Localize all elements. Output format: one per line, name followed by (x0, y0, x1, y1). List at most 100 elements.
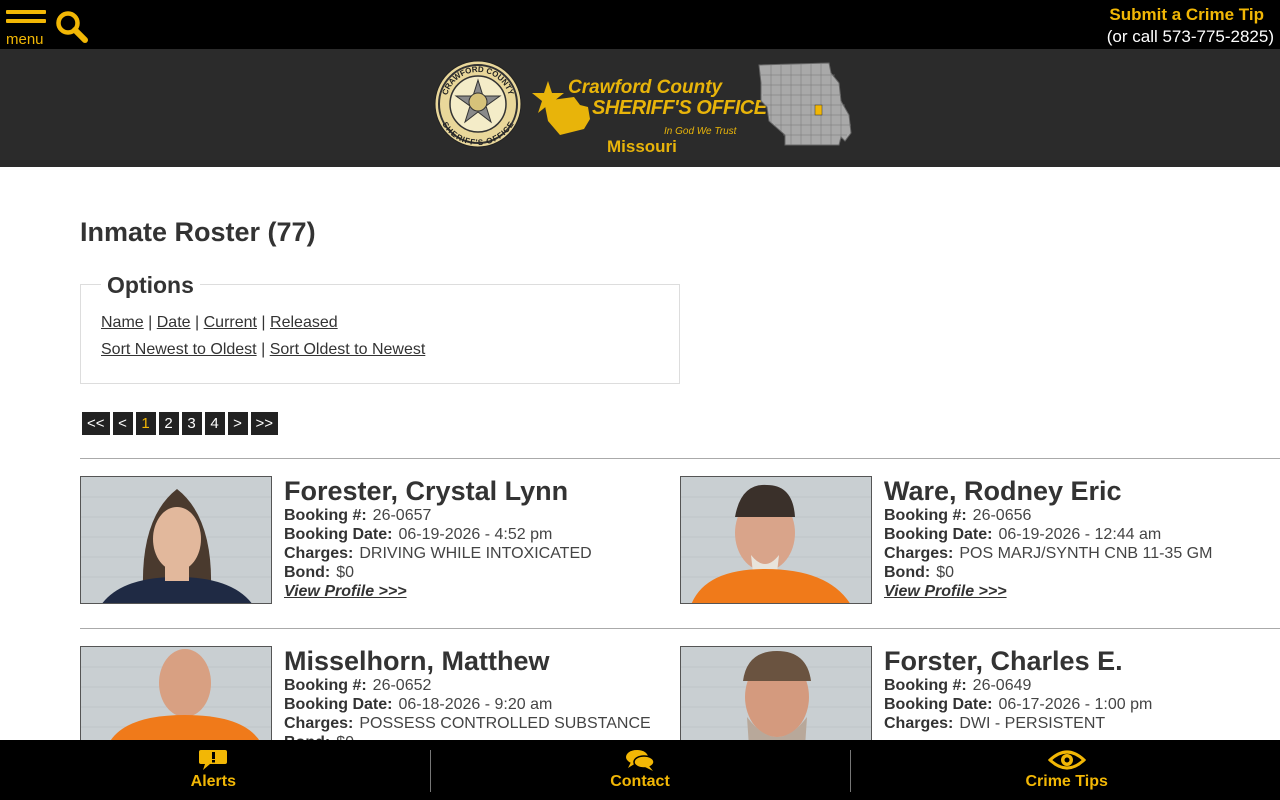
booking-number-label: Booking #: (284, 507, 367, 524)
booking-number-value: 26-0657 (372, 507, 432, 524)
charges-row: Charges: POS MARJ/SYNTH CNB 11-35 GM (884, 544, 1212, 563)
crime-tip-header: Submit a Crime Tip (or call 573-775-2825… (1107, 5, 1274, 49)
view-profile-link[interactable]: View Profile >>> (884, 582, 1007, 602)
booking-number-value: 26-0649 (972, 677, 1032, 694)
charges-label: Charges: (284, 545, 354, 562)
inmate-name[interactable]: Forester, Crystal Lynn (284, 476, 592, 506)
logo-office-text: SHERIFF'S OFFICE (592, 97, 767, 119)
bond-label: Bond: (884, 564, 931, 581)
booking-date-label: Booking Date: (884, 696, 993, 713)
inmate-name[interactable]: Ware, Rodney Eric (884, 476, 1212, 506)
hamburger-icon (6, 10, 46, 14)
inmate-card: Ware, Rodney Eric Booking #: 26-0656 Book… (680, 476, 1270, 606)
search-icon (56, 11, 88, 43)
sheriff-office-logo[interactable]: Crawford County SHERIFF'S OFFICE In God … (530, 75, 767, 159)
nav-alerts[interactable]: Alerts (0, 740, 427, 800)
charges-label: Charges: (884, 715, 954, 732)
booking-date-row: Booking Date: 06-19-2026 - 12:44 am (884, 525, 1212, 544)
pager-last[interactable]: >> (250, 412, 279, 435)
booking-number-row: Booking #: 26-0657 (284, 506, 592, 525)
options-panel: Options Name | Date | Current | Released… (80, 272, 680, 384)
booking-number-value: 26-0652 (372, 677, 432, 694)
charges-value: DWI - PERSISTENT (959, 715, 1106, 732)
inmate-name[interactable]: Misselhorn, Matthew (284, 646, 651, 676)
bottom-nav: Alerts Contact Crime Tips (0, 740, 1280, 800)
booking-number-value: 26-0656 (972, 507, 1032, 524)
charges-label: Charges: (884, 545, 954, 562)
booking-date-value: 06-17-2026 - 1:00 pm (998, 696, 1153, 713)
nav-separator (850, 750, 851, 792)
seal-icon: CRAWFORD COUNTY SHERIFF'S OFFICE (434, 60, 522, 148)
booking-number-row: Booking #: 26-0649 (884, 676, 1152, 695)
charges-row: Charges: POSSESS CONTROLLED SUBSTANCE (284, 714, 651, 733)
menu-button[interactable]: menu (6, 10, 48, 48)
search-button[interactable] (55, 10, 89, 44)
bond-row: Bond: $0 (284, 563, 592, 582)
missouri-map (755, 61, 853, 149)
nav-separator (430, 750, 431, 792)
logo-motto-text: In God We Trust (664, 126, 737, 137)
missouri-map-icon (758, 62, 852, 146)
booking-date-label: Booking Date: (884, 526, 993, 543)
charges-row: Charges: DWI - PERSISTENT (884, 714, 1152, 733)
booking-date-label: Booking Date: (284, 696, 393, 713)
nav-crime-tips[interactable]: Crime Tips (853, 740, 1280, 800)
hamburger-icon-bar (6, 19, 46, 23)
header-banner: CRAWFORD COUNTY SHERIFF'S OFFICE Crawfor… (0, 49, 1280, 167)
sort-newest-link[interactable]: Sort Newest to Oldest (101, 341, 257, 358)
separator: | (148, 314, 153, 331)
pager-page-1[interactable]: 1 (135, 412, 156, 435)
inmate-info: Forster, Charles E. Booking #: 26-0649 Bo… (884, 646, 1152, 733)
nav-contact-label: Contact (610, 773, 670, 790)
charges-value: POS MARJ/SYNTH CNB 11-35 GM (959, 545, 1213, 562)
booking-number-row: Booking #: 26-0652 (284, 676, 651, 695)
pager-page-3[interactable]: 3 (181, 412, 202, 435)
bond-row: Bond: $0 (884, 563, 1212, 582)
sort-links: Sort Newest to Oldest | Sort Oldest to N… (101, 341, 425, 359)
pager-first[interactable]: << (82, 412, 110, 435)
filter-name-link[interactable]: Name (101, 314, 144, 331)
booking-date-row: Booking Date: 06-19-2026 - 4:52 pm (284, 525, 592, 544)
booking-number-label: Booking #: (284, 677, 367, 694)
sheriff-seal-logo[interactable]: CRAWFORD COUNTY SHERIFF'S OFFICE (434, 60, 522, 148)
inmate-photo[interactable] (680, 476, 872, 604)
separator: | (195, 314, 200, 331)
pager-next[interactable]: > (227, 412, 248, 435)
filter-date-link[interactable]: Date (157, 314, 191, 331)
pager-page-2[interactable]: 2 (158, 412, 179, 435)
booking-date-row: Booking Date: 06-17-2026 - 1:00 pm (884, 695, 1152, 714)
filter-current-link[interactable]: Current (204, 314, 257, 331)
crime-tip-phone[interactable]: (or call 573-775-2825) (1107, 25, 1274, 49)
nav-contact[interactable]: Contact (427, 740, 854, 800)
booking-number-label: Booking #: (884, 507, 967, 524)
separator: | (261, 314, 266, 331)
sort-oldest-link[interactable]: Sort Oldest to Newest (270, 341, 426, 358)
page-title: Inmate Roster (77) (80, 217, 316, 247)
pager-page-4[interactable]: 4 (204, 412, 225, 435)
filter-links: Name | Date | Current | Released (101, 314, 338, 332)
inmate-photo[interactable] (80, 476, 272, 604)
submit-crime-tip-link[interactable]: Submit a Crime Tip (1107, 5, 1264, 25)
booking-date-value: 06-19-2026 - 12:44 am (998, 526, 1162, 543)
bond-value: $0 (936, 564, 954, 581)
inmate-info: Misselhorn, Matthew Booking #: 26-0652 Bo… (284, 646, 651, 752)
eye-icon (1047, 750, 1086, 770)
logo-state-text: Missouri (607, 137, 677, 156)
inmate-name[interactable]: Forster, Charles E. (884, 646, 1152, 676)
nav-alerts-label: Alerts (190, 773, 237, 790)
inmate-card: Forester, Crystal Lynn Booking #: 26-0657… (80, 476, 670, 606)
options-legend: Options (101, 272, 200, 299)
pagination: << < 1 2 3 4 > >> (82, 412, 279, 435)
charges-value: POSSESS CONTROLLED SUBSTANCE (359, 715, 651, 732)
chat-bubbles-icon (626, 750, 655, 771)
booking-number-label: Booking #: (884, 677, 967, 694)
booking-date-value: 06-18-2026 - 9:20 am (398, 696, 553, 713)
logo-county-text: Crawford County (568, 77, 723, 98)
separator: | (261, 341, 266, 358)
bond-value: $0 (336, 564, 354, 581)
divider (80, 628, 1280, 629)
pager-prev[interactable]: < (112, 412, 133, 435)
booking-date-value: 06-19-2026 - 4:52 pm (398, 526, 553, 543)
filter-released-link[interactable]: Released (270, 314, 338, 331)
view-profile-link[interactable]: View Profile >>> (284, 582, 407, 602)
